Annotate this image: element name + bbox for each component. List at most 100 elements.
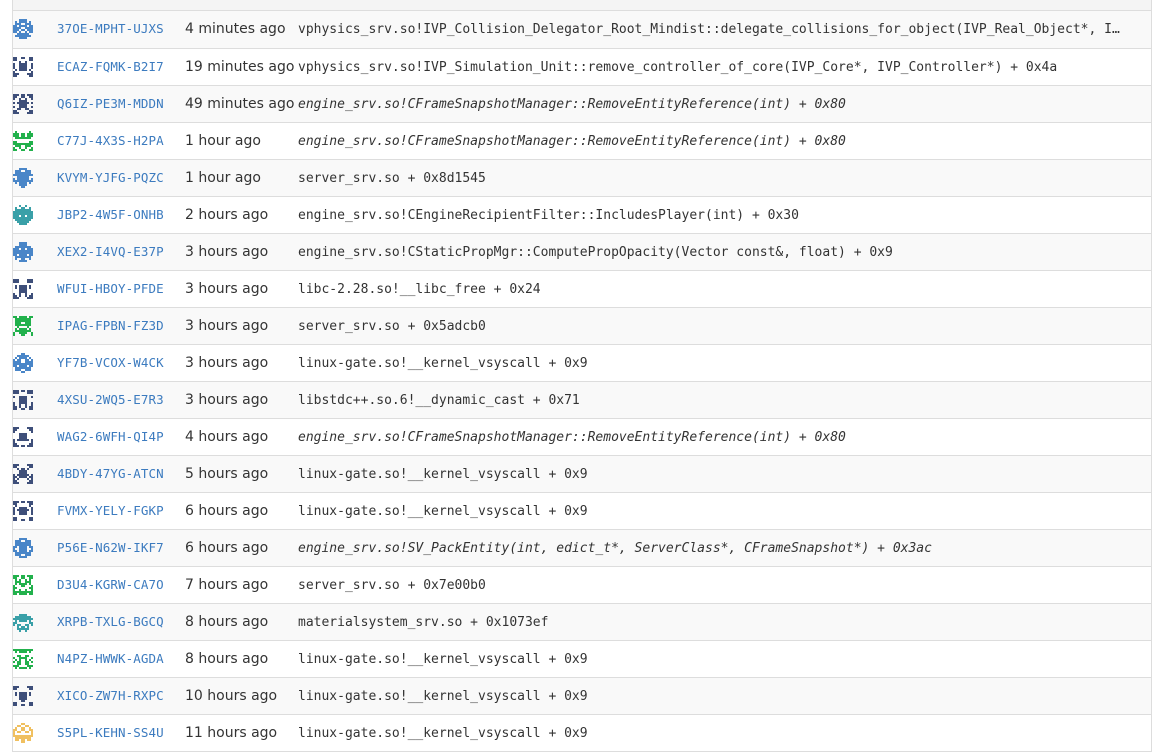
crash-row-1[interactable]: 37OE-MPHT-UJXS 4 minutes ago vphysics_sr… (13, 11, 1151, 49)
crash-time: 3 hours ago (185, 317, 269, 334)
crash-time-cell: 2 hours ago (185, 196, 298, 234)
crash-row-3[interactable]: Q6IZ-PE3M-MDDN 49 minutes ago engine_srv… (13, 85, 1151, 123)
crash-signature: linux-gate.so!__kernel_vsyscall + 0x9 (298, 503, 588, 519)
crash-time: 4 minutes ago (185, 21, 286, 38)
crash-id-link[interactable]: WFUI-HBOY-PFDE (57, 281, 164, 296)
identicon-icon (13, 93, 33, 114)
crash-time-cell: 4 minutes ago (185, 11, 298, 49)
crash-table-body: 37OE-MPHT-UJXS 4 minutes ago vphysics_sr… (13, 11, 1151, 752)
crash-id-cell: S5PL-KEHN-SS4U (57, 714, 185, 752)
crash-row-17[interactable]: XRPB-TXLG-BGCQ 8 hours ago materialsyste… (13, 603, 1151, 641)
identicon-cell (13, 159, 57, 197)
identicon-icon (13, 500, 33, 521)
crash-signature: engine_srv.so!CFrameSnapshotManager::Rem… (298, 133, 846, 149)
crash-row-15[interactable]: P56E-N62W-IKF7 6 hours ago engine_srv.so… (13, 529, 1151, 567)
crash-signature-cell: engine_srv.so!CFrameSnapshotManager::Rem… (298, 85, 1151, 123)
crash-row-10[interactable]: YF7B-VCOX-W4CK 3 hours ago linux-gate.so… (13, 344, 1151, 382)
crash-id-link[interactable]: XICO-ZW7H-RXPC (57, 688, 164, 703)
crash-id-link[interactable]: XRPB-TXLG-BGCQ (57, 614, 164, 629)
crash-signature-cell: engine_srv.so!CStaticPropMgr::ComputePro… (298, 233, 1151, 271)
crash-signature: server_srv.so + 0x8d1545 (298, 170, 486, 186)
crash-row-18[interactable]: N4PZ-HWWK-AGDA 8 hours ago linux-gate.so… (13, 640, 1151, 678)
identicon-icon (13, 130, 33, 151)
identicon-cell (13, 233, 57, 271)
identicon-cell (13, 455, 57, 493)
crash-id-cell: 4BDY-47YG-ATCN (57, 455, 185, 493)
identicon-icon (13, 463, 33, 484)
identicon-cell (13, 603, 57, 641)
crash-time: 6 hours ago (185, 539, 269, 556)
crash-id-cell: XICO-ZW7H-RXPC (57, 677, 185, 715)
crash-id-link[interactable]: Q6IZ-PE3M-MDDN (57, 96, 164, 111)
crash-signature-cell: linux-gate.so!__kernel_vsyscall + 0x9 (298, 677, 1151, 715)
crash-id-cell: 4XSU-2WQ5-E7R3 (57, 381, 185, 419)
crash-id-link[interactable]: JBP2-4W5F-ONHB (57, 207, 164, 222)
crash-row-5[interactable]: KVYM-YJFG-PQZC 1 hour ago server_srv.so … (13, 159, 1151, 197)
crash-id-link[interactable]: C77J-4X3S-H2PA (57, 133, 164, 148)
table-header-strip (13, 0, 1151, 11)
crash-signature: vphysics_srv.so!IVP_Simulation_Unit::rem… (298, 59, 1058, 75)
crash-id-link[interactable]: YF7B-VCOX-W4CK (57, 355, 164, 370)
identicon-cell (13, 492, 57, 530)
identicon-cell (13, 196, 57, 234)
crash-signature-cell: engine_srv.so!CFrameSnapshotManager::Rem… (298, 418, 1151, 456)
identicon-icon (13, 722, 33, 743)
crash-id-cell: XRPB-TXLG-BGCQ (57, 603, 185, 641)
crash-id-link[interactable]: N4PZ-HWWK-AGDA (57, 651, 164, 666)
crash-row-4[interactable]: C77J-4X3S-H2PA 1 hour ago engine_srv.so!… (13, 122, 1151, 160)
identicon-icon (13, 241, 33, 262)
crash-id-link[interactable]: 4XSU-2WQ5-E7R3 (57, 392, 164, 407)
crash-time-cell: 7 hours ago (185, 566, 298, 604)
crash-id-link[interactable]: XEX2-I4VQ-E37P (57, 244, 164, 259)
crash-row-2[interactable]: ECAZ-FQMK-B2I7 19 minutes ago vphysics_s… (13, 48, 1151, 86)
crash-id-cell: C77J-4X3S-H2PA (57, 122, 185, 160)
crash-time-cell: 3 hours ago (185, 381, 298, 419)
crash-id-link[interactable]: IPAG-FPBN-FZ3D (57, 318, 164, 333)
crash-id-link[interactable]: FVMX-YELY-FGKP (57, 503, 164, 518)
crash-id-link[interactable]: KVYM-YJFG-PQZC (57, 170, 164, 185)
crash-signature: linux-gate.so!__kernel_vsyscall + 0x9 (298, 466, 588, 482)
crash-row-7[interactable]: XEX2-I4VQ-E37P 3 hours ago engine_srv.so… (13, 233, 1151, 271)
identicon-cell (13, 566, 57, 604)
identicon-icon (13, 19, 33, 40)
crash-row-6[interactable]: JBP2-4W5F-ONHB 2 hours ago engine_srv.so… (13, 196, 1151, 234)
identicon-icon (13, 426, 33, 447)
crash-time-cell: 5 hours ago (185, 455, 298, 493)
crash-time: 49 minutes ago (185, 95, 295, 112)
crash-id-link[interactable]: 37OE-MPHT-UJXS (57, 21, 164, 36)
crash-row-20[interactable]: S5PL-KEHN-SS4U 11 hours ago linux-gate.s… (13, 714, 1151, 752)
crash-id-cell: WAG2-6WFH-QI4P (57, 418, 185, 456)
crash-id-link[interactable]: D3U4-KGRW-CA7O (57, 577, 164, 592)
crash-id-cell: YF7B-VCOX-W4CK (57, 344, 185, 382)
crash-time: 4 hours ago (185, 428, 269, 445)
crash-id-cell: KVYM-YJFG-PQZC (57, 159, 185, 197)
crash-time-cell: 1 hour ago (185, 122, 298, 160)
crash-signature: engine_srv.so!CStaticPropMgr::ComputePro… (298, 244, 893, 260)
identicon-icon (13, 537, 33, 558)
crash-signature: libstdc++.so.6!__dynamic_cast + 0x71 (298, 392, 580, 408)
crash-row-13[interactable]: 4BDY-47YG-ATCN 5 hours ago linux-gate.so… (13, 455, 1151, 493)
crash-signature-cell: engine_srv.so!CFrameSnapshotManager::Rem… (298, 122, 1151, 160)
crash-signature: linux-gate.so!__kernel_vsyscall + 0x9 (298, 688, 588, 704)
crash-row-19[interactable]: XICO-ZW7H-RXPC 10 hours ago linux-gate.s… (13, 677, 1151, 715)
crash-id-link[interactable]: WAG2-6WFH-QI4P (57, 429, 164, 444)
crash-id-cell: JBP2-4W5F-ONHB (57, 196, 185, 234)
crash-row-12[interactable]: WAG2-6WFH-QI4P 4 hours ago engine_srv.so… (13, 418, 1151, 456)
crash-row-9[interactable]: IPAG-FPBN-FZ3D 3 hours ago server_srv.so… (13, 307, 1151, 345)
crash-id-cell: P56E-N62W-IKF7 (57, 529, 185, 567)
identicon-cell (13, 714, 57, 752)
crash-row-14[interactable]: FVMX-YELY-FGKP 6 hours ago linux-gate.so… (13, 492, 1151, 530)
crash-signature-cell: engine_srv.so!CEngineRecipientFilter::In… (298, 196, 1151, 234)
crash-signature-cell: libstdc++.so.6!__dynamic_cast + 0x71 (298, 381, 1151, 419)
crash-id-link[interactable]: 4BDY-47YG-ATCN (57, 466, 164, 481)
identicon-icon (13, 574, 33, 595)
crash-time-cell: 49 minutes ago (185, 85, 298, 123)
crash-time-cell: 6 hours ago (185, 492, 298, 530)
crash-row-11[interactable]: 4XSU-2WQ5-E7R3 3 hours ago libstdc++.so.… (13, 381, 1151, 419)
crash-id-link[interactable]: S5PL-KEHN-SS4U (57, 725, 164, 740)
crash-id-link[interactable]: ECAZ-FQMK-B2I7 (57, 59, 164, 74)
crash-row-8[interactable]: WFUI-HBOY-PFDE 3 hours ago libc-2.28.so!… (13, 270, 1151, 308)
crash-id-link[interactable]: P56E-N62W-IKF7 (57, 540, 164, 555)
identicon-icon (13, 648, 33, 669)
crash-row-16[interactable]: D3U4-KGRW-CA7O 7 hours ago server_srv.so… (13, 566, 1151, 604)
